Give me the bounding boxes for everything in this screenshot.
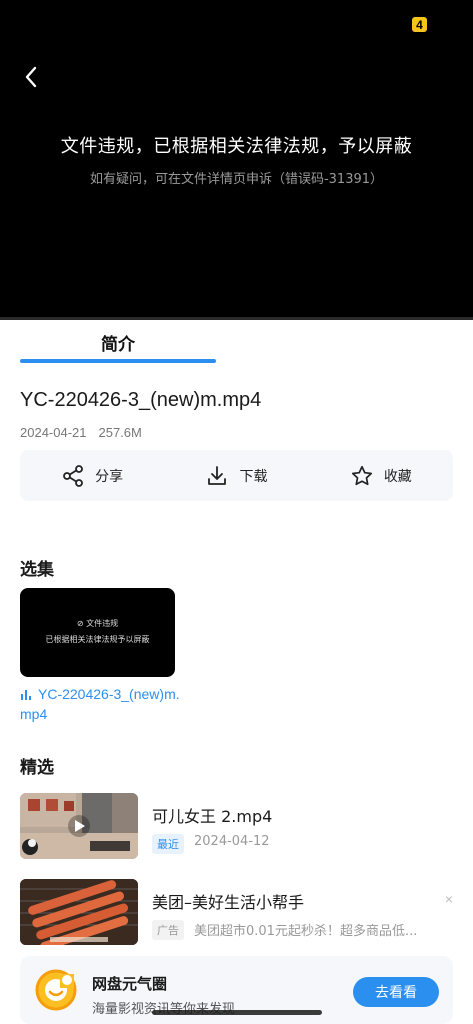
featured-date: 2024-04-12 [194, 834, 270, 849]
back-button[interactable] [16, 60, 46, 94]
tab-active-indicator [20, 359, 216, 363]
star-icon [351, 465, 372, 485]
episode-name: YC-220426-3_(new)m.mp4 [20, 686, 180, 722]
yuanqi-logo-icon [35, 969, 77, 1011]
tab-bar: 简介 [0, 320, 473, 366]
ad-description: 美团超市0.01元起秒杀！超多商品低... [194, 924, 418, 939]
share-icon [63, 464, 84, 487]
episode-thumbnail[interactable]: ⊘ 文件违规 已根据相关法律法规予以屏蔽 [20, 588, 175, 677]
ad-close-button[interactable]: × [445, 891, 453, 907]
download-label: 下载 [239, 468, 268, 485]
file-size: 257.6M [98, 425, 142, 440]
episodes-section-title: 选集 [20, 560, 54, 580]
playing-bars-icon [21, 690, 31, 700]
ad-thumbnail [20, 879, 138, 945]
episode-thumb-line2: 已根据相关法律法规予以屏蔽 [45, 635, 150, 644]
tab-intro[interactable]: 简介 [20, 330, 216, 355]
video-player[interactable]: 4 文件违规，已根据相关法律法规，予以屏蔽 如有疑问，可在文件详情页申诉（错误码… [0, 0, 473, 320]
download-button[interactable]: 下载 [164, 450, 308, 501]
episode-item[interactable]: YC-220426-3_(new)m.mp4 [20, 684, 185, 724]
share-button[interactable]: 分享 [20, 450, 164, 501]
ad-item[interactable]: 美团–美好生活小帮手 广告 美团超市0.01元起秒杀！超多商品低... × [20, 879, 453, 945]
corner-badge: 4 [412, 17, 427, 32]
file-name: YC-220426-3_(new)m.mp4 [20, 389, 262, 411]
file-date: 2024-04-21 [20, 425, 87, 440]
featured-section-title: 精选 [20, 758, 54, 778]
featured-tag: 最近 [152, 834, 184, 854]
favorite-button[interactable]: 收藏 [309, 450, 453, 501]
file-meta: 2024-04-21 257.6M [20, 425, 142, 440]
share-label: 分享 [95, 468, 124, 485]
download-icon [208, 465, 227, 485]
home-indicator[interactable] [152, 1010, 322, 1015]
featured-title: 可儿女王 2.mp4 [152, 807, 273, 826]
ad-title: 美团–美好生活小帮手 [152, 893, 305, 912]
featured-thumbnail [20, 793, 138, 859]
promo-title: 网盘元气圈 [92, 975, 168, 993]
violation-title: 文件违规，已根据相关法律法规，予以屏蔽 [60, 136, 413, 157]
featured-item[interactable]: 可儿女王 2.mp4 最近 2024-04-12 [20, 793, 453, 859]
promo-go-button[interactable]: 去看看 [353, 977, 439, 1007]
action-bar: 分享 下载 收藏 [20, 450, 453, 501]
chevron-left-icon [25, 66, 37, 88]
favorite-label: 收藏 [383, 468, 412, 485]
episode-thumb-line1: ⊘ 文件违规 [76, 619, 119, 628]
violation-subtitle: 如有疑问，可在文件详情页申诉（错误码-31391） [89, 172, 384, 187]
ad-tag: 广告 [152, 920, 184, 940]
